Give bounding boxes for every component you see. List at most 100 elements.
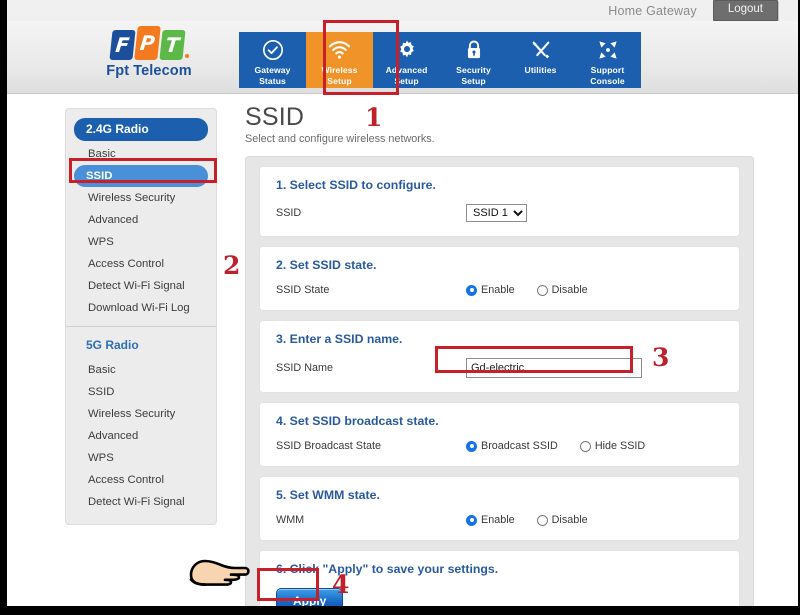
section-broadcast-state: 4. Set SSID broadcast state. SSID Broadc… (259, 402, 740, 467)
radio-wmm-enable[interactable]: Enable (466, 514, 515, 526)
radio-group-broadcast-state: Broadcast SSID Hide SSID (466, 440, 645, 452)
nav-item-support-console[interactable]: Support Console (574, 32, 641, 88)
main-navigation: Gateway Status Wireless Setup Advanced Setu… (239, 32, 641, 88)
sidebar-item-ssid-5g[interactable]: SSID (74, 381, 208, 403)
section-select-ssid: 1. Select SSID to configure. SSID SSID 1 (259, 166, 740, 237)
section-select-ssid-title: 1. Select SSID to configure. (276, 178, 436, 192)
label-broadcast-state: SSID Broadcast State (276, 440, 382, 452)
section-broadcast-state-title: 4. Set SSID broadcast state. (276, 414, 439, 428)
sidebar-item-detect-wifi-signal-5g[interactable]: Detect Wi-Fi Signal (74, 491, 208, 513)
top-utility-bar: Home Gateway Logout (7, 0, 798, 21)
sidebar-item-basic-5g[interactable]: Basic (74, 359, 208, 381)
radio-label-hide-ssid: Hide SSID (594, 440, 646, 452)
label-wmm: WMM (276, 514, 305, 526)
radio-dot-icon (466, 514, 477, 526)
radio-dot-icon (536, 514, 548, 526)
wireless-sidebar: 2.4G Radio Basic SSID Wireless Security … (65, 108, 217, 525)
label-ssid-name: SSID Name (276, 362, 333, 374)
radio-label-wmm-enable: Enable (481, 514, 515, 526)
sidebar-divider (66, 326, 216, 327)
sidebar-item-advanced-5g[interactable]: Advanced (74, 425, 208, 447)
logo-marks: F P T (79, 26, 219, 60)
sidebar-item-basic-24g[interactable]: Basic (74, 143, 208, 165)
nav-label-support-console: Support Console (590, 65, 625, 86)
radio-dot-icon (579, 440, 591, 452)
radio-dot-icon (466, 440, 477, 452)
radio-dot-icon (536, 284, 548, 296)
logo-wordmark: Fpt Telecom (106, 63, 192, 79)
radio-dot-icon (466, 284, 477, 296)
router-admin-screenshot: Home Gateway Logout F P T Fpt Telecom Ga… (0, 0, 800, 615)
label-ssid: SSID (276, 207, 302, 219)
nav-label-security-setup: Security Setup (456, 65, 491, 86)
ssid-name-input[interactable] (466, 358, 642, 378)
row-ssid-select: SSID SSID 1 (276, 204, 723, 222)
radio-broadcast-ssid[interactable]: Broadcast SSID (466, 440, 558, 452)
radio-label-ssid-state-disable: Disable (551, 284, 588, 296)
page-title: SSID (245, 103, 305, 131)
logo-dot (184, 54, 189, 58)
sidebar-item-ssid-24g[interactable]: SSID (74, 165, 208, 187)
sidebar-item-detect-wifi-signal-24g[interactable]: Detect Wi-Fi Signal (74, 275, 208, 297)
sidebar-item-wps-24g[interactable]: WPS (74, 231, 208, 253)
nav-item-advanced-setup[interactable]: Advanced Setup (373, 32, 440, 88)
lock-icon (464, 38, 484, 62)
nav-label-utilities: Utilities (524, 65, 557, 75)
row-ssid-state: SSID State Enable Disable (276, 284, 723, 296)
tools-icon (530, 38, 552, 62)
annotation-step-1: 1 (365, 103, 383, 132)
sidebar-item-wireless-security-5g[interactable]: Wireless Security (74, 403, 208, 425)
nav-label-advanced-setup: Advanced Setup (385, 65, 428, 86)
main-panel: SSID Select and configure wireless netwo… (245, 102, 754, 606)
logout-button[interactable]: Logout (712, 0, 778, 21)
wifi-icon (328, 38, 351, 62)
logo-letter-p: P (133, 26, 161, 60)
row-wmm-state: WMM Enable Disable (276, 514, 723, 526)
sidebar-group-5g-title: 5G Radio (86, 338, 139, 352)
radio-label-wmm-disable: Disable (551, 514, 588, 526)
annotation-step-4: 4 (332, 570, 350, 599)
section-ssid-state-title: 2. Set SSID state. (276, 258, 377, 272)
nav-label-gateway-status: Gateway Status (254, 65, 291, 86)
check-circle-icon (262, 38, 284, 62)
ssid-select[interactable]: SSID 1 (466, 204, 527, 222)
sidebar-item-access-control-5g[interactable]: Access Control (74, 469, 208, 491)
pointing-right-hand-icon (183, 551, 251, 597)
fpt-telecom-logo: F P T Fpt Telecom (79, 26, 219, 79)
radio-hide-ssid[interactable]: Hide SSID (579, 440, 646, 452)
radio-label-broadcast-ssid: Broadcast SSID (481, 440, 558, 452)
section-ssid-state: 2. Set SSID state. SSID State Enable Dis… (259, 246, 740, 311)
logo-letter-f: F (108, 30, 136, 60)
section-wmm-state-title: 5. Set WMM state. (276, 488, 380, 502)
sidebar-item-wireless-security-24g[interactable]: Wireless Security (74, 187, 208, 209)
nav-label-wireless-setup: Wireless Setup (321, 65, 358, 86)
ssid-form-panel: 1. Select SSID to configure. SSID SSID 1… (245, 156, 754, 606)
radio-wmm-disable[interactable]: Disable (536, 514, 588, 526)
nav-item-utilities[interactable]: Utilities (507, 32, 574, 88)
nav-item-wireless-setup[interactable]: Wireless Setup (306, 32, 373, 88)
radio-ssid-state-disable[interactable]: Disable (536, 284, 588, 296)
radio-group-ssid-state: Enable Disable (466, 284, 588, 296)
logo-letter-t: T (158, 30, 186, 60)
gear-icon (396, 38, 418, 62)
site-header: F P T Fpt Telecom Gateway Status Wireless… (7, 21, 798, 94)
sidebar-item-advanced-24g[interactable]: Advanced (74, 209, 208, 231)
sidebar-group-2-4g-title: 2.4G Radio (74, 118, 208, 141)
account-label: Home Gateway (608, 3, 697, 18)
sidebar-item-download-wifi-log-24g[interactable]: Download Wi-Fi Log (74, 297, 208, 319)
radio-group-wmm-state: Enable Disable (466, 514, 588, 526)
sidebar-item-wps-5g[interactable]: WPS (74, 447, 208, 469)
section-wmm-state: 5. Set WMM state. WMM Enable Disable (259, 476, 740, 541)
page-subtitle: Select and configure wireless networks. (245, 133, 435, 145)
radio-ssid-state-enable[interactable]: Enable (466, 284, 515, 296)
page-content: 2.4G Radio Basic SSID Wireless Security … (7, 94, 798, 606)
nav-item-security-setup[interactable]: Security Setup (440, 32, 507, 88)
sidebar-item-access-control-24g[interactable]: Access Control (74, 253, 208, 275)
annotation-step-3: 3 (652, 343, 670, 372)
radio-label-ssid-state-enable: Enable (481, 284, 515, 296)
row-broadcast-state: SSID Broadcast State Broadcast SSID Hide… (276, 440, 723, 452)
annotation-step-2: 2 (223, 251, 241, 280)
compress-arrows-icon (597, 38, 619, 62)
nav-item-gateway-status[interactable]: Gateway Status (239, 32, 306, 88)
label-ssid-state: SSID State (276, 284, 330, 296)
